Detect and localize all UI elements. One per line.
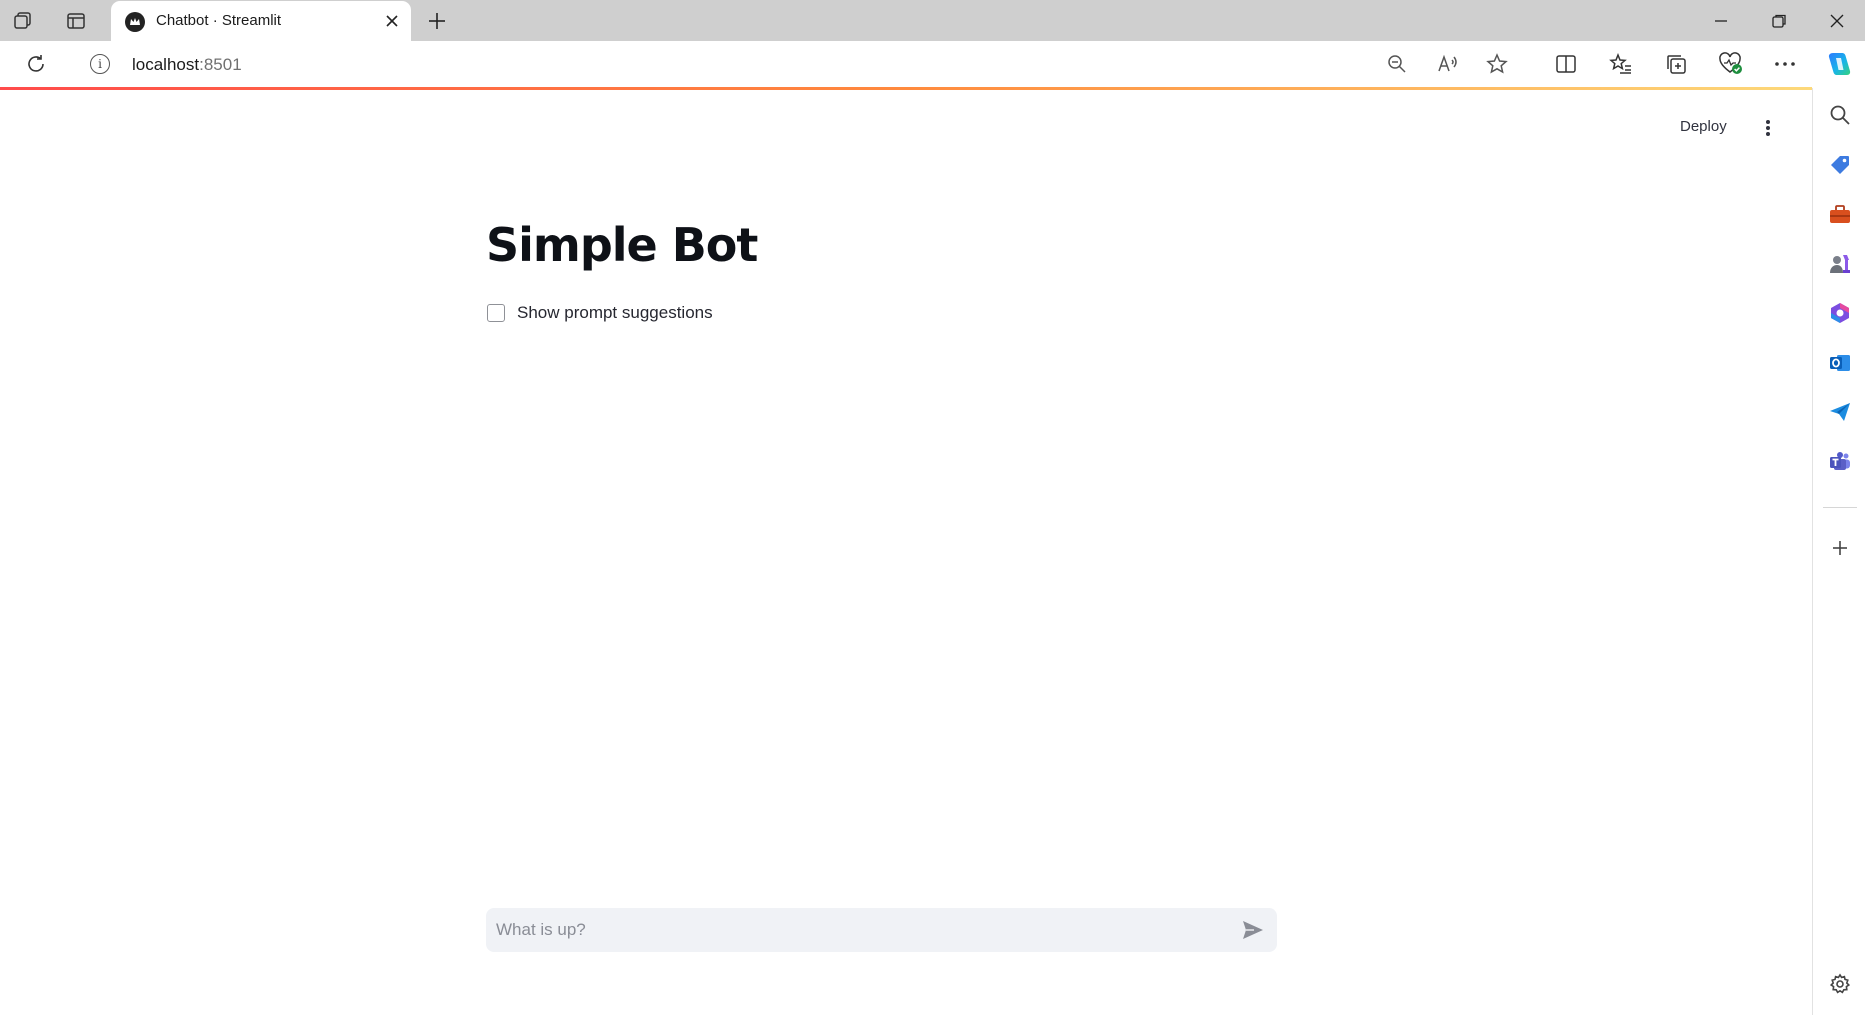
search-icon[interactable] xyxy=(1827,102,1853,128)
url-port: :8501 xyxy=(199,55,242,74)
shopping-tag-icon[interactable] xyxy=(1827,152,1853,178)
tab-strip: Chatbot · Streamlit xyxy=(0,0,1865,41)
close-tab-icon[interactable] xyxy=(381,10,403,32)
tab-title: Chatbot · Streamlit xyxy=(156,12,282,29)
read-aloud-icon[interactable] xyxy=(1434,50,1462,78)
minimize-icon[interactable] xyxy=(1708,8,1734,34)
refresh-icon[interactable] xyxy=(20,48,52,80)
chat-input[interactable] xyxy=(486,908,1226,952)
microsoft-365-icon[interactable] xyxy=(1827,300,1853,326)
split-screen-icon[interactable] xyxy=(1550,48,1582,80)
settings-icon[interactable] xyxy=(1827,971,1853,997)
main-menu-icon[interactable] xyxy=(1756,116,1780,140)
address-bar[interactable]: i localhost:8501 xyxy=(72,46,1514,82)
streamlit-app: Deploy Simple Bot Show prompt suggestion… xyxy=(0,90,1812,1015)
collections-icon[interactable] xyxy=(1660,48,1692,80)
zoom-out-icon[interactable] xyxy=(1383,50,1411,78)
checkbox-box[interactable] xyxy=(487,304,505,322)
edge-sidebar xyxy=(1812,88,1865,1015)
sidebar-divider xyxy=(1823,507,1857,508)
outlook-icon[interactable] xyxy=(1827,350,1853,376)
teams-icon[interactable] xyxy=(1827,449,1853,475)
url-text[interactable]: localhost:8501 xyxy=(132,55,242,75)
deploy-button[interactable]: Deploy xyxy=(1680,118,1727,135)
send-icon[interactable] xyxy=(1827,399,1853,425)
active-tab[interactable]: Chatbot · Streamlit xyxy=(111,1,411,41)
info-icon[interactable]: i xyxy=(90,54,110,74)
games-icon[interactable] xyxy=(1827,251,1853,277)
new-tab-icon[interactable] xyxy=(424,8,450,34)
streamlit-favicon-icon xyxy=(125,12,145,32)
close-window-icon[interactable] xyxy=(1824,8,1850,34)
vertical-tabs-icon[interactable] xyxy=(63,8,89,34)
workspaces-icon[interactable] xyxy=(10,8,36,34)
favorites-list-icon[interactable] xyxy=(1605,48,1637,80)
chat-input-container xyxy=(486,908,1277,952)
send-icon[interactable] xyxy=(1241,918,1265,942)
page-title: Simple Bot xyxy=(486,218,758,272)
prompt-suggestions-checkbox[interactable]: Show prompt suggestions xyxy=(487,302,713,324)
more-options-icon[interactable] xyxy=(1769,48,1801,80)
checkbox-label[interactable]: Show prompt suggestions xyxy=(517,303,713,323)
restore-icon[interactable] xyxy=(1766,8,1792,34)
copilot-icon[interactable] xyxy=(1823,48,1855,80)
browser-toolbar: i localhost:8501 xyxy=(0,41,1865,88)
add-icon[interactable] xyxy=(1827,535,1853,561)
favorite-star-icon[interactable] xyxy=(1483,50,1511,78)
tools-icon[interactable] xyxy=(1827,201,1853,227)
browser-essentials-icon[interactable] xyxy=(1715,48,1747,80)
url-host: localhost xyxy=(132,55,200,74)
